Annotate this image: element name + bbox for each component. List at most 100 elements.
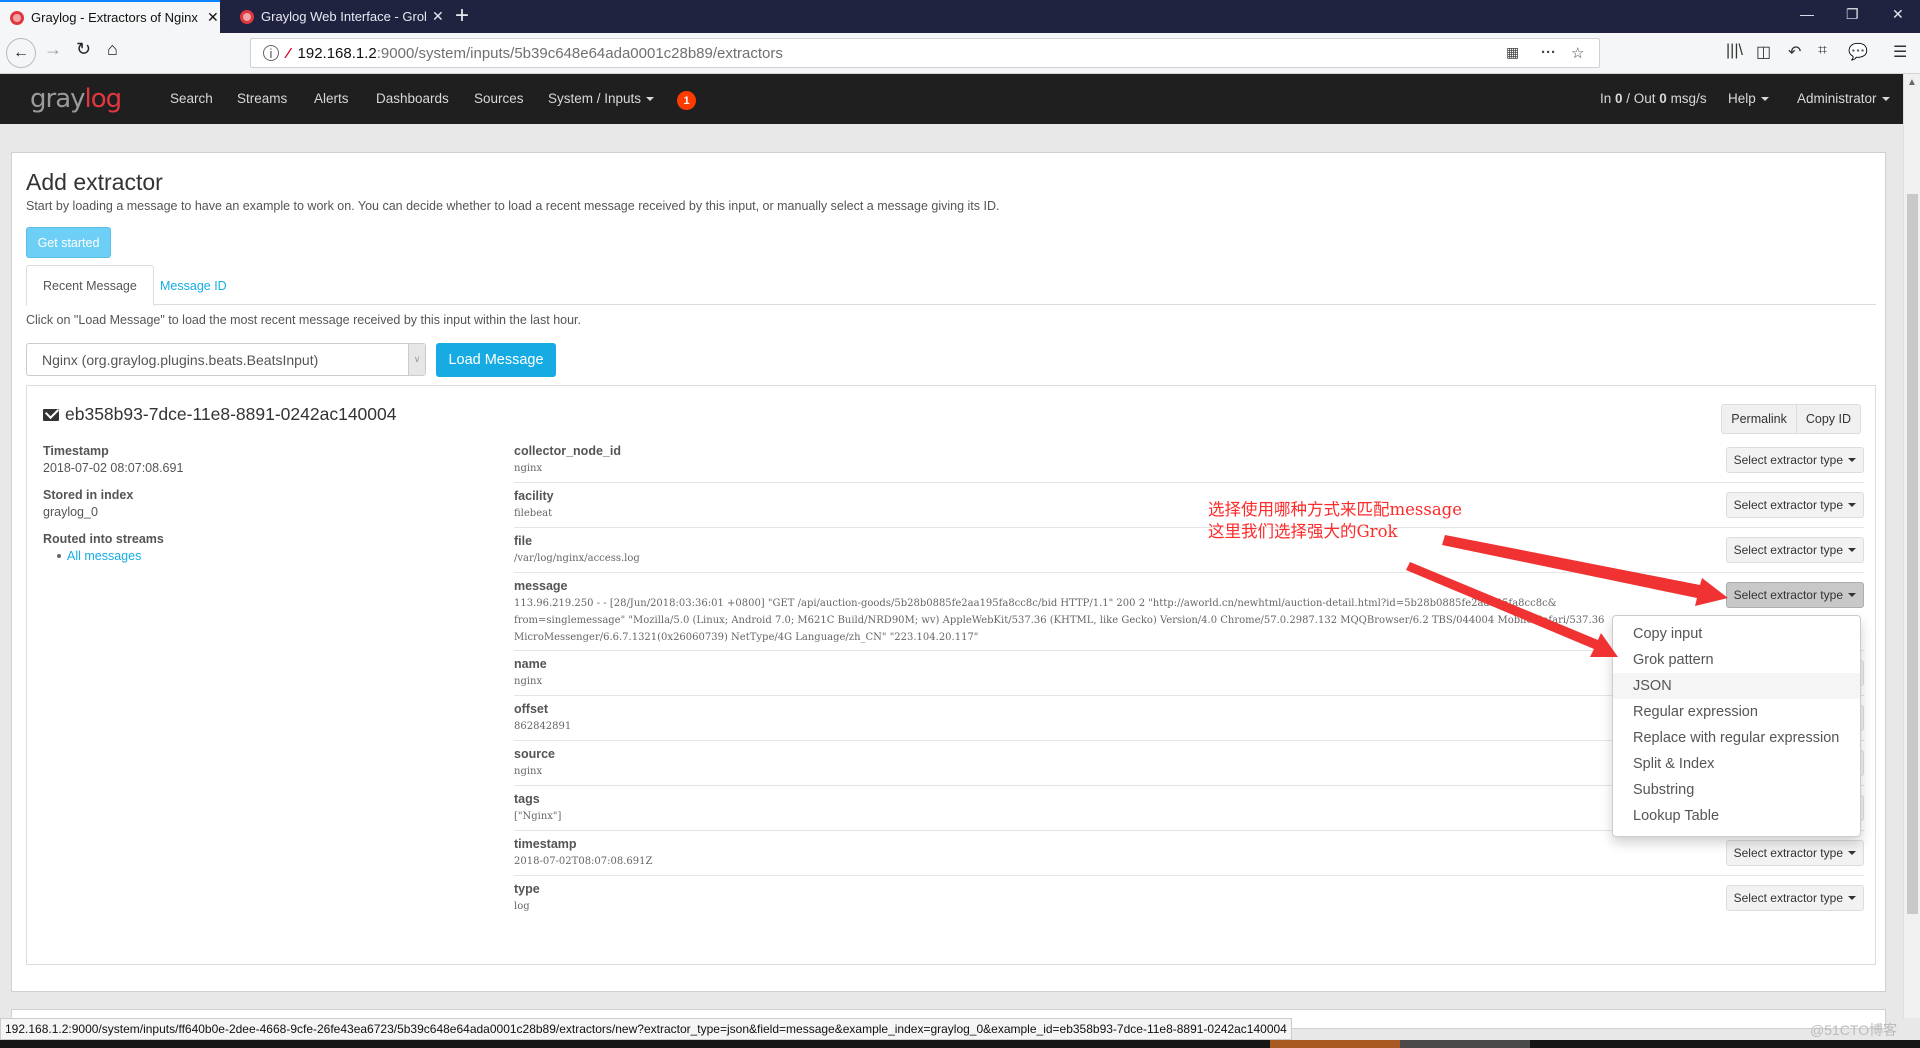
field-key: facility [514, 489, 554, 503]
annotation-line-2: 这里我们选择强大的Grok [1208, 522, 1398, 541]
tab-title: Graylog - Extractors of Nginx [31, 10, 198, 25]
nav-search[interactable]: Search [170, 91, 213, 106]
page-scrollbar[interactable]: ▲ [1903, 74, 1920, 1018]
close-tab-icon[interactable]: ✕ [207, 9, 219, 26]
tab-recent-message[interactable]: Recent Message [26, 265, 154, 306]
get-started-button[interactable]: Get started [26, 227, 111, 258]
nav-system-label: System / Inputs [548, 91, 642, 106]
throughput-indicator: In 0 / Out 0 msg/s [1600, 91, 1707, 106]
nav-sources[interactable]: Sources [474, 91, 524, 106]
browser-tab-grok[interactable]: Graylog Web Interface - Grok ✕ [230, 0, 445, 33]
caret-down-icon [646, 97, 655, 102]
select-extractor-type-button[interactable]: Select extractor type [1725, 885, 1864, 911]
meta-streams: Routed into streams All messages [43, 532, 164, 563]
tab-message-id[interactable]: Message ID [144, 265, 243, 306]
select-extractor-type-button-open[interactable]: Select extractor type [1725, 582, 1864, 608]
nav-user-menu[interactable]: Administrator [1797, 91, 1890, 106]
annotation-text: 选择使用哪种方式来匹配message 这里我们选择强大的Grok [1208, 499, 1462, 543]
copy-id-button[interactable]: Copy ID [1796, 404, 1861, 434]
meta-value: graylog_0 [43, 505, 98, 519]
dropdown-item-grok-pattern[interactable]: Grok pattern [1613, 647, 1860, 673]
address-bar[interactable]: i ⁄ 192.168.1.2 :9000/system/inputs/5b39… [250, 38, 1600, 68]
tab-title: Graylog Web Interface - Grok [261, 9, 426, 24]
field-value: 113.96.219.250 - - [28/Jun/2018:03:36:01… [514, 598, 1605, 643]
nav-alerts[interactable]: Alerts [314, 91, 349, 106]
chevron-down-icon[interactable]: ∨ [408, 344, 425, 375]
meta-label: Stored in index [43, 488, 134, 502]
select-extractor-type-button[interactable]: Select extractor type [1725, 492, 1864, 518]
reload-button[interactable]: ↻ [76, 39, 91, 60]
throughput-out-label: / Out [1622, 91, 1660, 106]
more-actions-icon[interactable]: ··· [1541, 44, 1556, 61]
browser-toolbar: ← → ↻ ⌂ i ⁄ 192.168.1.2 :9000/system/inp… [0, 33, 1920, 74]
help-label: Help [1728, 91, 1756, 106]
select-extractor-type-button[interactable]: Select extractor type [1725, 447, 1864, 473]
dropdown-item-regular-expression[interactable]: Regular expression [1613, 699, 1860, 725]
restore-icon[interactable]: ❐ [1846, 6, 1859, 23]
field-value: nginx [514, 766, 543, 777]
field-value: 862842891 [514, 721, 572, 732]
dropdown-item-replace-regex[interactable]: Replace with regular expression [1613, 725, 1860, 751]
message-source-tabs: Recent Message Message ID [26, 265, 1876, 306]
forward-button[interactable]: → [44, 39, 62, 60]
chat-icon[interactable]: 💬 [1848, 42, 1868, 62]
close-window-icon[interactable]: ✕ [1892, 6, 1904, 23]
message-id-heading: eb358b93-7dce-11e8-8891-0242ac140004 [43, 404, 397, 425]
select-extractor-type-button[interactable]: Select extractor type [1725, 537, 1864, 563]
field-value: /var/log/nginx/access.log [514, 553, 640, 564]
permalink-button[interactable]: Permalink [1721, 404, 1797, 434]
field-key: file [514, 534, 533, 548]
graylog-navbar: graylog Search Streams Alerts Dashboards… [0, 74, 1903, 124]
caret-down-icon [1848, 896, 1856, 900]
select-label: Select extractor type [1733, 543, 1843, 557]
library-icon[interactable]: |||\ [1726, 42, 1743, 60]
graylog-logo[interactable]: graylog [30, 84, 122, 114]
crop-icon[interactable]: ⌗ [1818, 42, 1827, 60]
select-label: Select extractor type [1733, 588, 1843, 602]
scroll-thumb[interactable] [1907, 194, 1918, 914]
nav-dashboards[interactable]: Dashboards [376, 91, 449, 106]
caret-down-icon [1760, 97, 1769, 102]
message-actions: Permalink Copy ID [1721, 404, 1861, 434]
dropdown-item-copy-input[interactable]: Copy input [1613, 621, 1860, 647]
field-value: 2018-07-02T08:07:08.691Z [514, 856, 653, 867]
qr-code-icon[interactable]: ▦ [1506, 44, 1519, 61]
sidebar-icon[interactable]: ◫ [1756, 42, 1771, 62]
select-extractor-type-button[interactable]: Select extractor type [1725, 840, 1864, 866]
dropdown-item-substring[interactable]: Substring [1613, 777, 1860, 803]
new-tab-button[interactable]: + [455, 2, 469, 30]
field-row: collector_node_id nginx Select extractor… [514, 438, 1864, 483]
dropdown-item-split-index[interactable]: Split & Index [1613, 751, 1860, 777]
caret-down-icon [1848, 548, 1856, 552]
bookmark-star-icon[interactable]: ☆ [1571, 44, 1584, 62]
field-value: filebeat [514, 508, 553, 519]
stream-link[interactable]: All messages [67, 549, 141, 563]
input-select[interactable]: Nginx (org.graylog.plugins.beats.BeatsIn… [26, 343, 426, 376]
load-message-button[interactable]: Load Message [436, 343, 556, 377]
scroll-up-icon[interactable]: ▲ [1907, 77, 1917, 88]
close-tab-icon[interactable]: ✕ [432, 8, 444, 25]
home-button[interactable]: ⌂ [107, 39, 118, 60]
info-icon[interactable]: i [263, 45, 279, 61]
notification-badge[interactable]: 1 [677, 91, 696, 110]
insecure-lock-icon[interactable]: ⁄ [287, 45, 290, 62]
taskbar-item-active[interactable] [1270, 1040, 1400, 1048]
taskbar-item[interactable] [1400, 1040, 1530, 1048]
browser-tab-extractors[interactable]: Graylog - Extractors of Nginx ✕ [0, 0, 220, 33]
dropdown-item-json[interactable]: JSON [1613, 673, 1860, 699]
undo-icon[interactable]: ↶ [1788, 42, 1801, 62]
menu-icon[interactable]: ☰ [1893, 42, 1907, 62]
dropdown-item-lookup-table[interactable]: Lookup Table [1613, 803, 1860, 829]
intro-text: Start by loading a message to have an ex… [26, 199, 1000, 213]
nav-system-inputs[interactable]: System / Inputs [548, 91, 655, 106]
back-button[interactable]: ← [6, 38, 36, 68]
caret-down-icon [1848, 458, 1856, 462]
input-select-value: Nginx (org.graylog.plugins.beats.BeatsIn… [42, 351, 319, 368]
annotation-line-1: 选择使用哪种方式来匹配message [1208, 500, 1463, 519]
field-row: facility filebeat Select extractor type [514, 483, 1864, 528]
field-key: type [514, 882, 540, 896]
minimize-icon[interactable]: — [1800, 6, 1814, 22]
nav-streams[interactable]: Streams [237, 91, 287, 106]
nav-help[interactable]: Help [1728, 91, 1769, 106]
select-label: Select extractor type [1733, 846, 1843, 860]
